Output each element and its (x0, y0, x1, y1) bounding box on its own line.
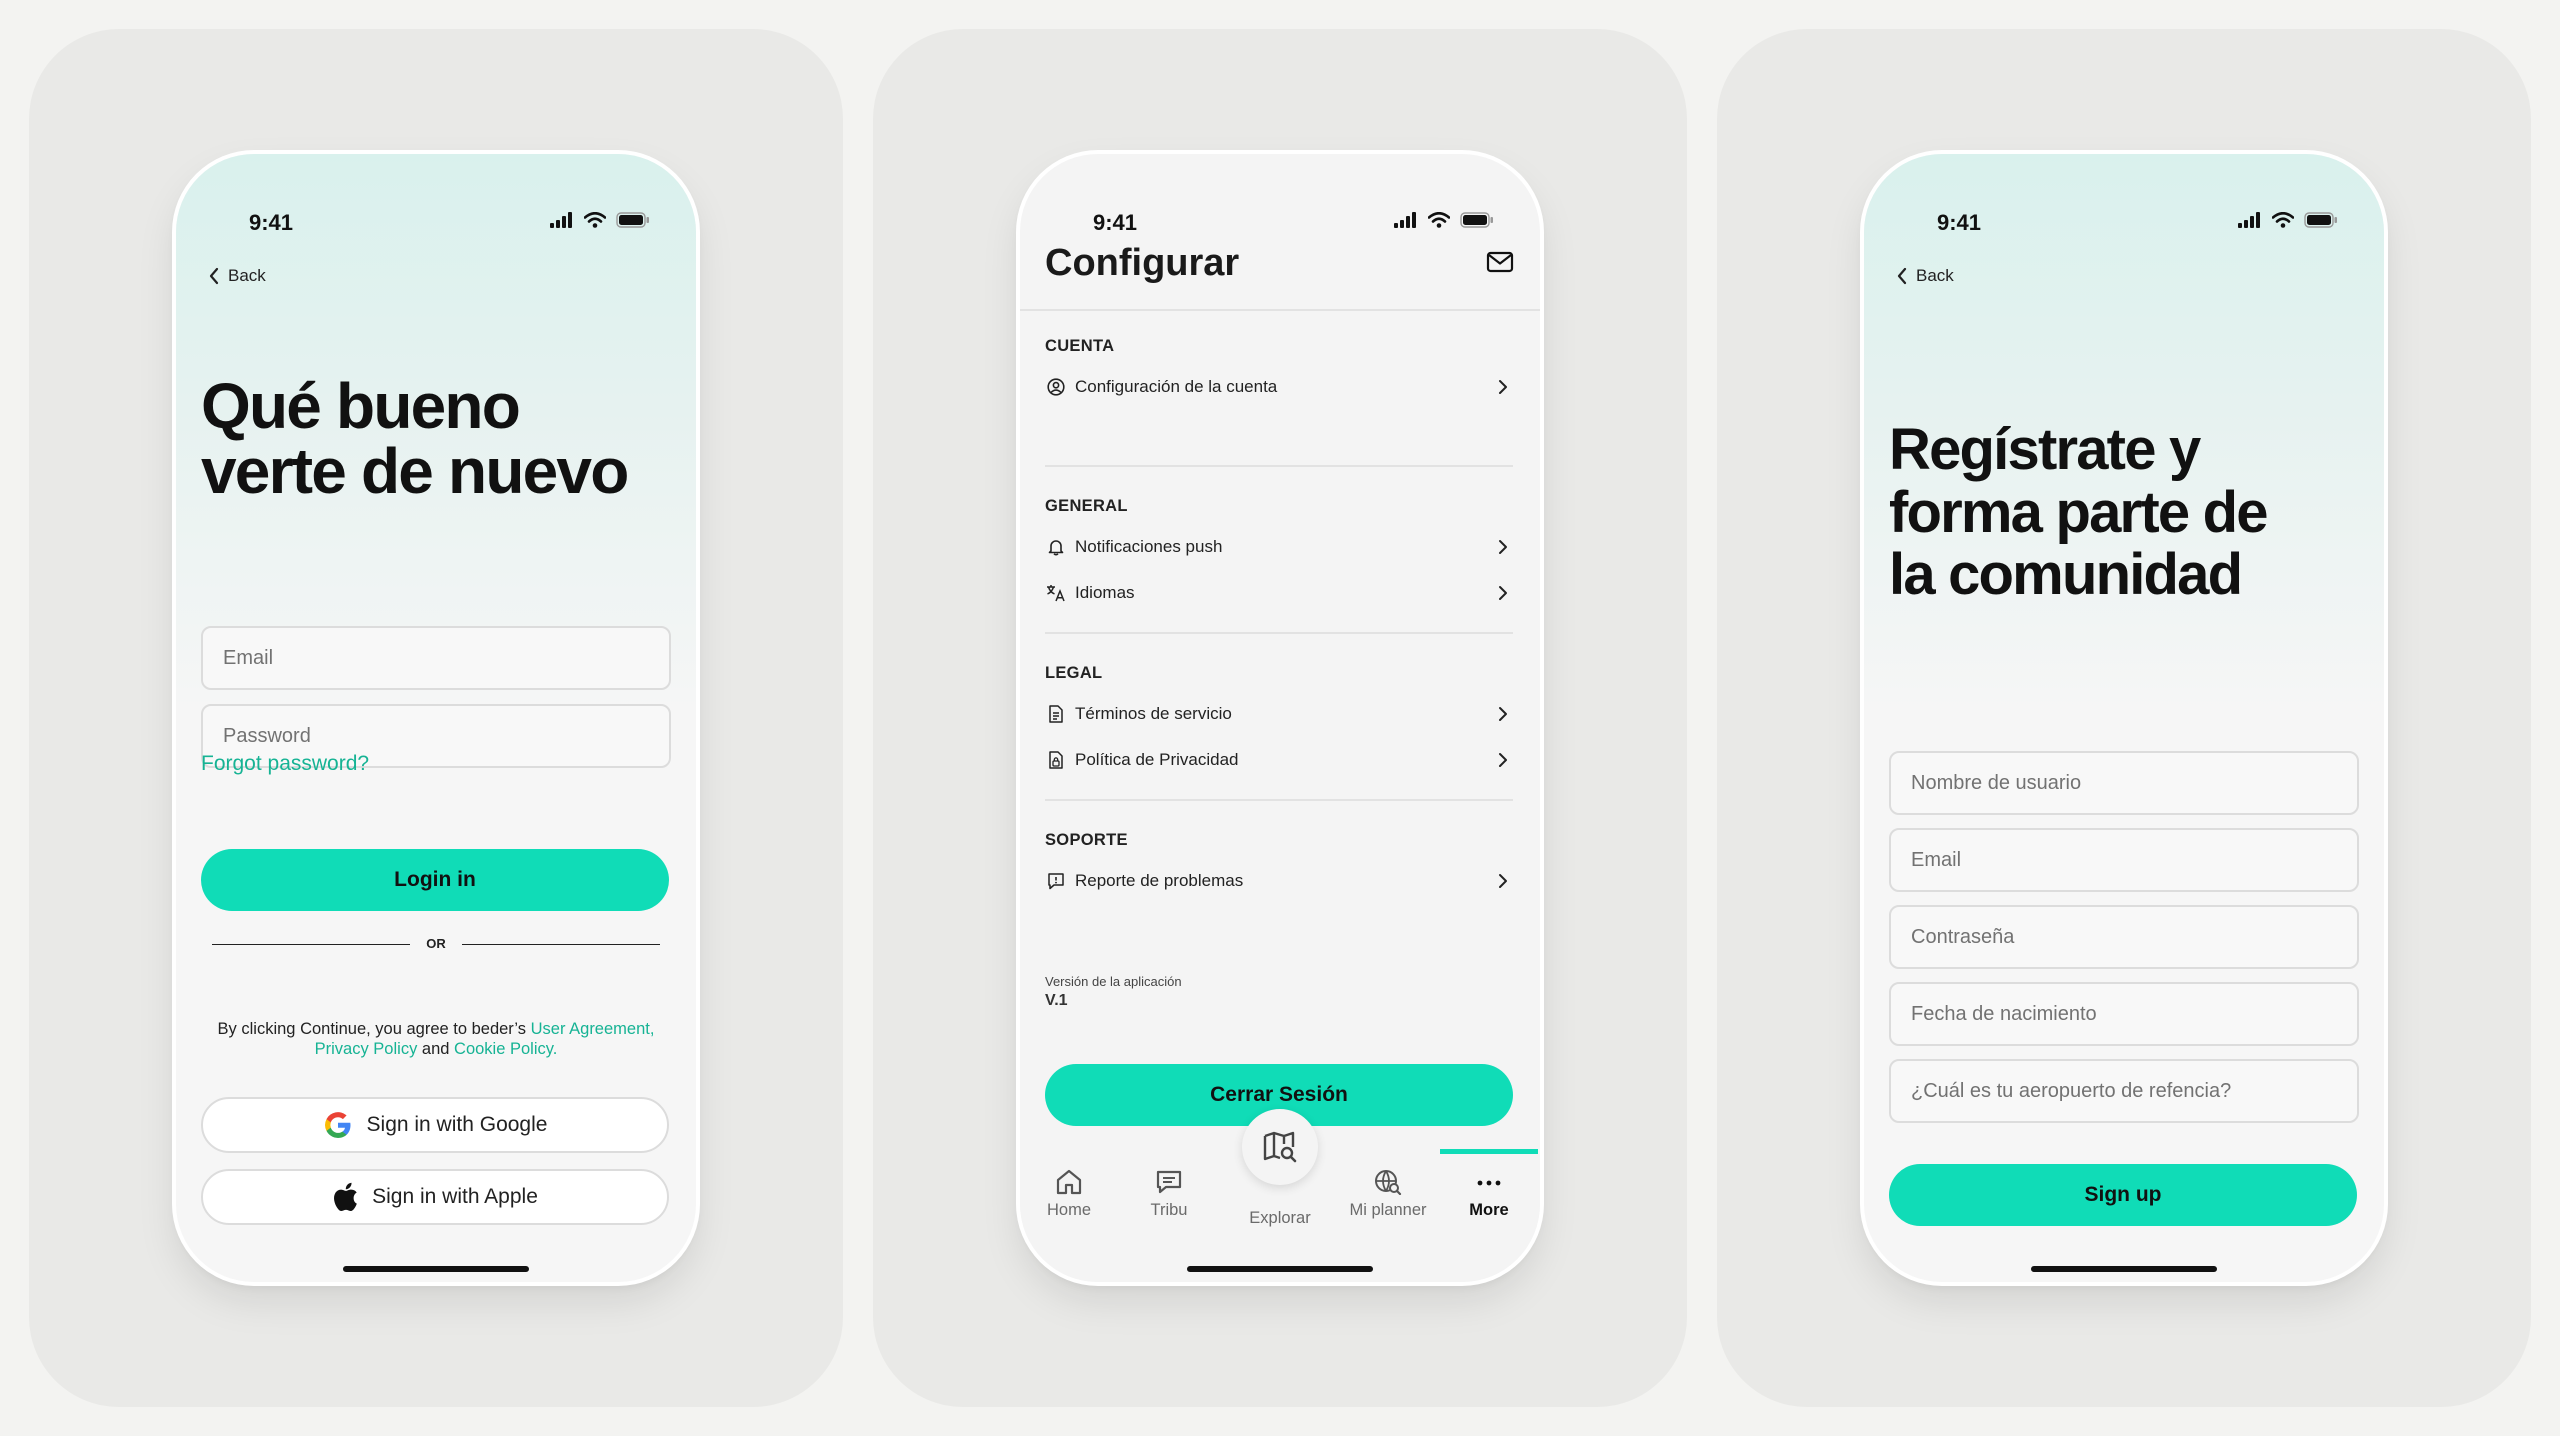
apple-icon (334, 1182, 357, 1212)
wifi-icon (1428, 212, 1450, 228)
forgot-password-link[interactable]: Forgot password? (201, 752, 369, 776)
tab-bar: Home Tribu Explorar Mi planner More (1020, 1109, 1540, 1282)
or-divider: OR (212, 934, 660, 954)
home-indicator (343, 1266, 529, 1272)
back-label: Back (1916, 266, 1954, 285)
chevron-left-icon (1897, 267, 1907, 285)
page-title: Qué bueno verte de nuevo (201, 370, 629, 508)
report-icon (1048, 873, 1064, 890)
login-card: 9:41 Back Qué bueno verte de nuevo Forgo… (29, 29, 843, 1407)
password-input[interactable] (1889, 905, 2359, 969)
cookie-policy-link[interactable]: Cookie Policy. (454, 1040, 557, 1058)
apple-signin-button[interactable]: Sign in with Apple (201, 1169, 669, 1225)
privacy-policy-link[interactable]: Privacy Policy (315, 1040, 418, 1058)
signup-button[interactable]: Sign up (1889, 1164, 2357, 1226)
signal-icon (2238, 212, 2260, 228)
status-time: 9:41 (1093, 210, 1138, 235)
settings-card: 9:41 Configurar CUENTA Configuración de … (873, 29, 1687, 1407)
login-phone: 9:41 Back Qué bueno verte de nuevo Forgo… (176, 154, 696, 1282)
globe-search-icon (1375, 1170, 1402, 1195)
chevron-right-icon (1499, 874, 1507, 888)
settings-item-push[interactable]: Notificaciones push (1045, 531, 1513, 563)
google-icon (324, 1112, 351, 1138)
terms-text: By clicking Continue, you agree to beder… (217, 1020, 655, 1058)
back-button[interactable]: Back (1896, 266, 1954, 286)
signal-icon (550, 212, 572, 228)
battery-icon (1460, 212, 1493, 228)
wifi-icon (584, 212, 606, 228)
section-header-soporte: SOPORTE (1045, 831, 1128, 849)
google-signin-button[interactable]: Sign in with Google (201, 1097, 669, 1153)
battery-icon (616, 212, 649, 228)
version-value: V.1 (1045, 992, 1068, 1009)
user-agreement-link[interactable]: User Agreement (531, 1020, 650, 1038)
section-header-cuenta: CUENTA (1045, 337, 1115, 355)
battery-icon (2304, 212, 2337, 228)
chevron-left-icon (209, 267, 219, 285)
page-title: Configurar (1045, 242, 1240, 284)
translate-icon (1047, 585, 1065, 602)
mail-icon[interactable] (1486, 251, 1514, 273)
back-label: Back (228, 266, 266, 285)
section-header-general: GENERAL (1045, 497, 1128, 515)
section-header-legal: LEGAL (1045, 664, 1103, 682)
status-time: 9:41 (1937, 210, 1982, 235)
airport-input[interactable] (1889, 1059, 2359, 1123)
bell-icon (1048, 540, 1064, 556)
chevron-right-icon (1499, 707, 1507, 721)
chevron-right-icon (1499, 586, 1507, 600)
user-circle-icon (1047, 378, 1065, 396)
status-bar: 9:41 (176, 154, 696, 235)
chevron-right-icon (1499, 380, 1507, 394)
status-time: 9:41 (249, 210, 294, 235)
username-input[interactable] (1889, 751, 2359, 815)
version-label: Versión de la aplicación (1045, 974, 1182, 989)
chevron-right-icon (1499, 540, 1507, 554)
tab-tribu[interactable]: Tribu (1129, 1169, 1209, 1220)
email-input[interactable] (1889, 828, 2359, 892)
explore-fab[interactable] (1242, 1109, 1318, 1185)
more-dots-icon (1477, 1180, 1501, 1186)
signup-phone: 9:41 Back Regístrate y forma parte de la… (1864, 154, 2384, 1282)
tab-more[interactable]: More (1449, 1169, 1529, 1220)
login-button[interactable]: Login in (201, 849, 669, 911)
map-search-icon (1263, 1131, 1297, 1163)
home-icon (1056, 1169, 1082, 1195)
status-bar: 9:41 (1020, 154, 1540, 235)
settings-item-account[interactable]: Configuración de la cuenta (1045, 371, 1513, 403)
tab-home[interactable]: Home (1029, 1169, 1109, 1220)
home-indicator (1187, 1266, 1373, 1272)
active-tab-indicator (1440, 1149, 1538, 1154)
settings-item-terms[interactable]: Términos de servicio (1045, 698, 1513, 730)
email-input[interactable] (201, 626, 671, 690)
chat-icon (1156, 1170, 1182, 1194)
settings-item-report[interactable]: Reporte de problemas (1045, 865, 1513, 897)
wifi-icon (2272, 212, 2294, 228)
birthdate-input[interactable] (1889, 982, 2359, 1046)
settings-item-languages[interactable]: Idiomas (1045, 577, 1513, 609)
settings-item-privacy[interactable]: Política de Privacidad (1045, 744, 1513, 776)
document-icon (1049, 705, 1063, 723)
chevron-right-icon (1499, 753, 1507, 767)
document-lock-icon (1049, 751, 1063, 769)
page-title: Regístrate y forma parte de la comunidad (1889, 417, 2268, 608)
home-indicator (2031, 1266, 2217, 1272)
tab-mi-planner[interactable]: Mi planner (1336, 1169, 1440, 1220)
settings-phone: 9:41 Configurar CUENTA Configuración de … (1020, 154, 1540, 1282)
signal-icon (1394, 212, 1416, 228)
signup-card: 9:41 Back Regístrate y forma parte de la… (1717, 29, 2531, 1407)
status-bar: 9:41 (1864, 154, 2384, 235)
tab-explorar[interactable]: Explorar (1240, 1209, 1320, 1228)
back-button[interactable]: Back (208, 266, 266, 286)
